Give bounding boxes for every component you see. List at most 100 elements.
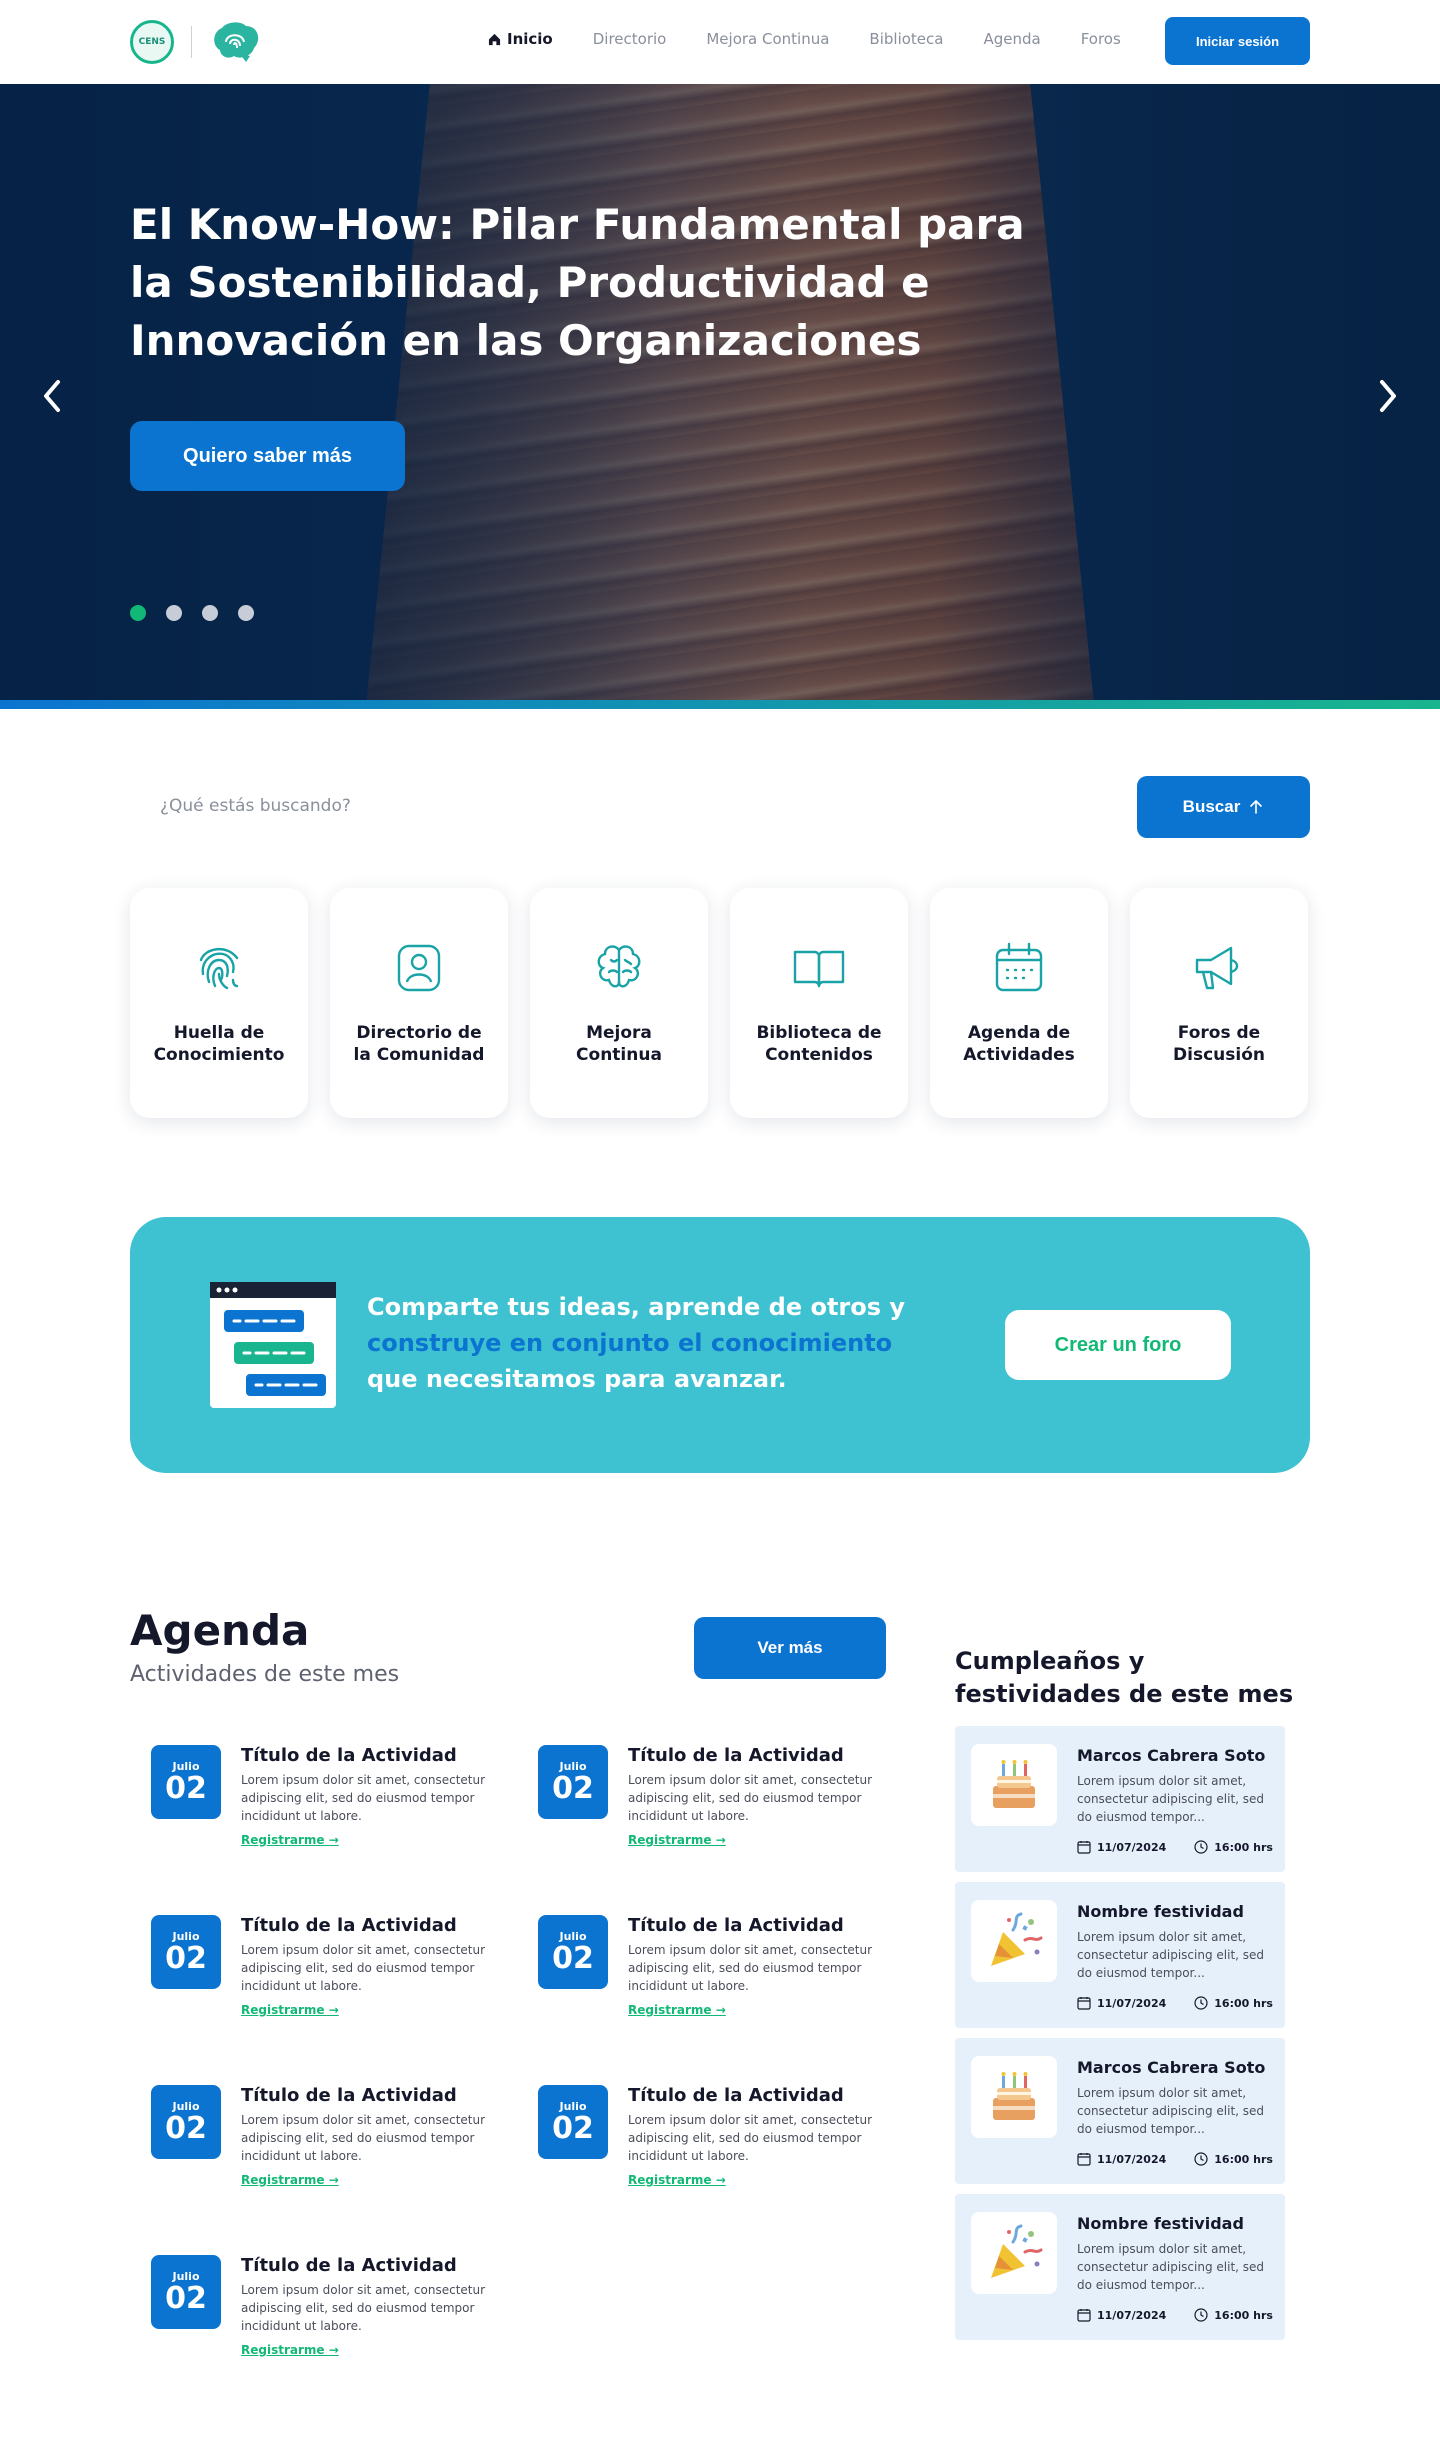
activity-date: Julio 02 [538,1745,608,1819]
banner-message: Comparte tus ideas, aprende de otros y c… [367,1289,927,1397]
quick-link-foros-label: Foros de Discusión [1173,1023,1265,1065]
birthday-meta: 11/07/2024 16:00 hrs [1077,1840,1273,1854]
quick-link-mejora[interactable]: Mejora Continua [530,888,708,1118]
party-popper-icon [991,1912,1043,1966]
create-forum-button[interactable]: Crear un foro [1005,1310,1231,1380]
quick-link-mejora-label: Mejora Continua [576,1023,662,1065]
activity-description: Lorem ipsum dolor sit amet, consectetur … [241,2283,486,2333]
activity-item: Julio 02 Título de la Actividad Lorem ip… [538,1745,878,1875]
search-button[interactable]: Buscar [1137,776,1310,838]
activity-register-link[interactable]: Registrarme → [628,2173,726,2187]
party-popper-icon-wrap [971,2212,1057,2294]
calendar-small-icon [1077,2153,1091,2166]
nav-inicio-label: Inicio [507,30,553,48]
clock-icon [1194,1840,1208,1854]
party-popper-icon [991,2224,1043,2278]
brain-fingerprint-logo-icon[interactable] [210,20,262,64]
carousel-dot-3[interactable] [202,605,218,621]
activity-description: Lorem ipsum dolor sit amet, consectetur … [628,1773,873,1823]
activity-day: 02 [552,1770,594,1806]
quick-link-huella[interactable]: Huella de Conocimiento [130,888,308,1118]
activity-item: Julio 02 Título de la Actividad Lorem ip… [151,1915,491,2045]
hero-cta-button[interactable]: Quiero saber más [130,421,405,491]
festivity-name: Nombre festividad [1077,2214,1244,2233]
carousel-next-icon[interactable] [1372,374,1402,418]
user-icon [397,944,441,992]
festivity-card[interactable]: Nombre festividad Lorem ipsum dolor sit … [955,1882,1285,2028]
nav-foros[interactable]: Foros [1081,30,1121,48]
activity-title: Título de la Actividad [241,1745,457,1766]
activity-day: 02 [165,2280,207,2316]
nav-mejora-continua[interactable]: Mejora Continua [706,30,829,48]
activity-title: Título de la Actividad [628,1915,844,1936]
clock-icon [1194,2308,1208,2322]
calendar-icon [995,942,1043,992]
nav-agenda[interactable]: Agenda [983,30,1040,48]
birthday-date: 11/07/2024 [1077,2152,1166,2166]
activity-date: Julio 02 [151,1745,221,1819]
activity-item: Julio 02 Título de la Actividad Lorem ip… [538,2085,878,2215]
hero-carousel: El Know-How: Pilar Fundamental para la S… [0,84,1440,700]
birthday-name: Marcos Cabrera Soto [1077,2058,1266,2077]
quick-link-agenda[interactable]: Agenda de Actividades [930,888,1108,1118]
birthday-card[interactable]: Marcos Cabrera Soto Lorem ipsum dolor si… [955,1726,1285,1872]
activity-description: Lorem ipsum dolor sit amet, consectetur … [628,1943,873,1993]
banner-text-start: Comparte tus ideas, aprende de otros y [367,1293,906,1321]
nav-directorio[interactable]: Directorio [593,30,667,48]
login-button[interactable]: Iniciar sesión [1165,17,1310,65]
banner-text-end: que necesitamos para avanzar. [367,1365,787,1393]
agenda-see-more-button[interactable]: Ver más [694,1617,886,1679]
carousel-prev-icon[interactable] [38,374,68,418]
birthday-date: 11/07/2024 [1077,1840,1166,1854]
nav-inicio[interactable]: Inicio [488,30,553,48]
carousel-dot-2[interactable] [166,605,182,621]
activity-day: 02 [165,2110,207,2146]
quick-link-directorio-label: Directorio de la Comunidad [353,1023,485,1065]
activity-item: Julio 02 Título de la Actividad Lorem ip… [151,2255,491,2385]
birthday-card[interactable]: Marcos Cabrera Soto Lorem ipsum dolor si… [955,2038,1285,2184]
activity-description: Lorem ipsum dolor sit amet, consectetur … [241,1943,486,1993]
activity-title: Título de la Actividad [241,2085,457,2106]
activity-date: Julio 02 [151,2085,221,2159]
activity-register-link[interactable]: Registrarme → [241,2003,339,2017]
activity-register-link[interactable]: Registrarme → [241,2173,339,2187]
clock-icon [1194,2152,1208,2166]
festivity-meta: 11/07/2024 16:00 hrs [1077,2308,1273,2322]
search-button-label: Buscar [1182,797,1241,816]
cake-icon [993,2072,1035,2120]
brain-icon [597,945,641,988]
birthday-time: 16:00 hrs [1194,1840,1273,1854]
quick-link-foros[interactable]: Foros de Discusión [1130,888,1308,1118]
quick-links: Huella de Conocimiento Directorio de la … [130,888,1308,1118]
carousel-dot-1[interactable] [130,605,146,621]
festivity-date: 11/07/2024 [1077,1996,1166,2010]
fingerprint-icon [199,948,239,990]
carousel-dot-4[interactable] [238,605,254,621]
main-nav: Inicio Directorio Mejora Continua Biblio… [488,30,1121,48]
nav-biblioteca[interactable]: Biblioteca [869,30,943,48]
search-input[interactable]: ¿Qué estás buscando? [160,796,351,816]
festivity-time-text: 16:00 hrs [1214,2308,1273,2322]
festivity-card[interactable]: Nombre festividad Lorem ipsum dolor sit … [955,2194,1285,2340]
activity-description: Lorem ipsum dolor sit amet, consectetur … [628,2113,873,2163]
activity-register-link[interactable]: Registrarme → [628,1833,726,1847]
festivity-date-text: 11/07/2024 [1097,1996,1167,2010]
activity-register-link[interactable]: Registrarme → [241,2343,339,2357]
activity-register-link[interactable]: Registrarme → [628,2003,726,2017]
site-header: CENS Inicio Directorio Mejora Continua B… [0,0,1440,84]
festivity-time: 16:00 hrs [1194,2308,1273,2322]
festivity-name: Nombre festividad [1077,1902,1244,1921]
home-icon [488,33,501,45]
calendar-small-icon [1077,1841,1091,1854]
festivity-meta: 11/07/2024 16:00 hrs [1077,1996,1273,2010]
birthday-date-text: 11/07/2024 [1097,1840,1167,1854]
activity-description: Lorem ipsum dolor sit amet, consectetur … [241,2113,486,2163]
birthday-name: Marcos Cabrera Soto [1077,1746,1266,1765]
cens-logo[interactable]: CENS [130,20,174,64]
megaphone-icon [1195,946,1239,990]
activity-day: 02 [165,1940,207,1976]
quick-link-directorio[interactable]: Directorio de la Comunidad [330,888,508,1118]
quick-link-biblioteca[interactable]: Biblioteca de Contenidos [730,888,908,1118]
activity-register-link[interactable]: Registrarme → [241,1833,339,1847]
birthday-meta: 11/07/2024 16:00 hrs [1077,2152,1273,2166]
